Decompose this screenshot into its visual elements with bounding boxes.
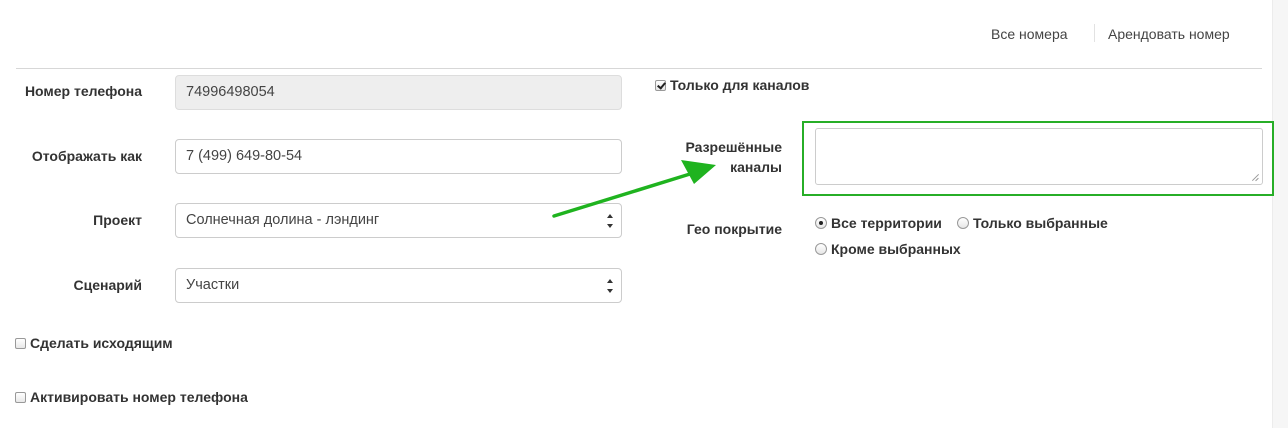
annotation-arrow-line <box>552 172 692 218</box>
annotation-arrow-head <box>681 160 716 184</box>
annotation-arrow <box>552 160 716 218</box>
